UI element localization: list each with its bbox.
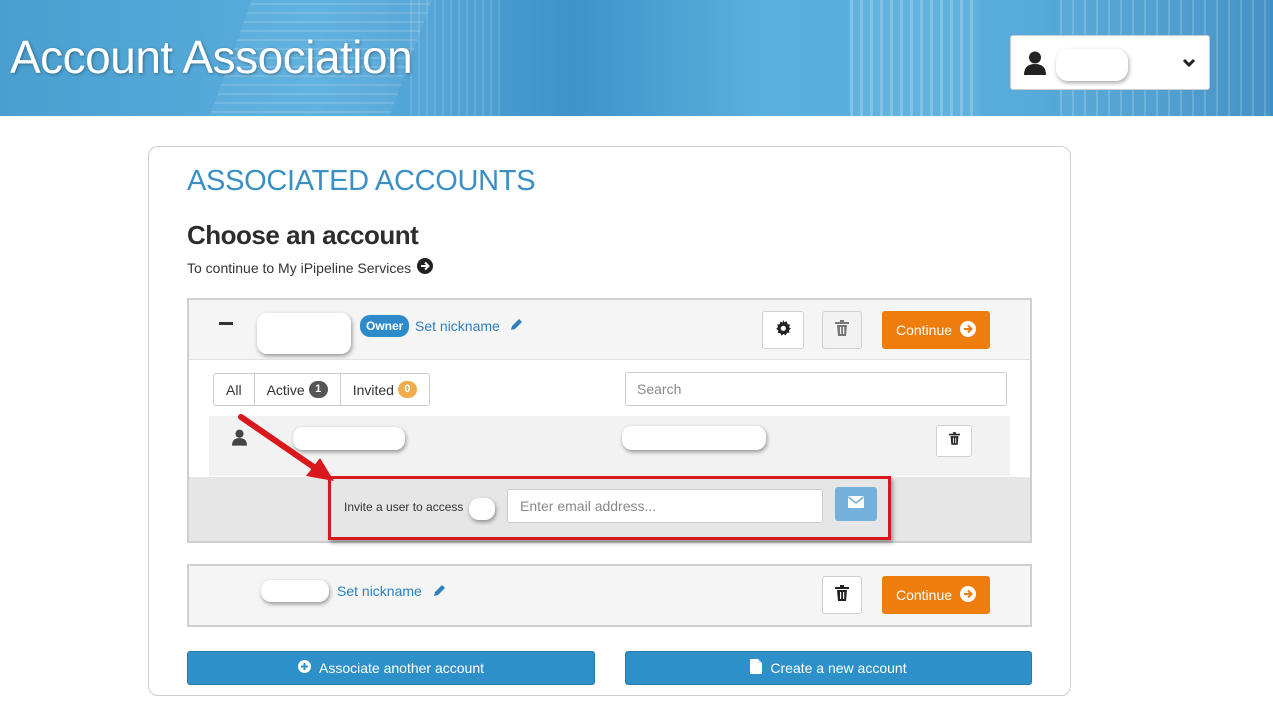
associated-accounts-card: ASSOCIATED ACCOUNTS Choose an account To… bbox=[148, 146, 1071, 696]
redacted-account-name bbox=[257, 313, 351, 354]
associate-account-button[interactable]: Associate another account bbox=[187, 651, 595, 685]
invite-email-input[interactable] bbox=[507, 489, 823, 523]
arrow-circle-right-icon bbox=[960, 320, 977, 340]
create-account-button[interactable]: Create a new account bbox=[625, 651, 1032, 685]
continue-button[interactable]: Continue bbox=[882, 311, 990, 349]
pencil-icon[interactable] bbox=[509, 318, 523, 337]
arrow-circle-right-icon bbox=[417, 258, 434, 277]
subtext-label: To continue to My iPipeline Services bbox=[187, 259, 412, 276]
account-panel-owner: Owner Set nickname Continue All Active 1… bbox=[187, 298, 1032, 543]
delete-account-button[interactable] bbox=[822, 576, 862, 614]
continue-label: Continue bbox=[895, 322, 953, 338]
choose-heading: Choose an account bbox=[187, 220, 419, 250]
chevron-down-icon bbox=[1182, 56, 1196, 74]
redacted-account-name bbox=[261, 580, 329, 602]
redacted-user-name bbox=[293, 427, 405, 450]
plus-circle-icon bbox=[298, 660, 311, 676]
set-nickname-link[interactable]: Set nickname bbox=[415, 318, 500, 334]
active-count-badge: 1 bbox=[308, 381, 328, 398]
associate-label: Associate another account bbox=[319, 660, 484, 676]
filter-all[interactable]: All bbox=[214, 374, 255, 405]
trash-icon bbox=[948, 432, 960, 450]
create-label: Create a new account bbox=[770, 660, 907, 676]
invite-label: Invite a user to access bbox=[344, 500, 464, 514]
banner-building-graphic bbox=[410, 0, 500, 116]
collapse-icon[interactable] bbox=[219, 322, 233, 325]
gear-icon bbox=[775, 319, 791, 341]
invite-user-section: Invite a user to access bbox=[189, 476, 1030, 541]
continue-button[interactable]: Continue bbox=[882, 576, 990, 614]
user-search-input[interactable] bbox=[625, 372, 1007, 406]
set-nickname-link[interactable]: Set nickname bbox=[337, 583, 422, 599]
continue-label: Continue bbox=[895, 587, 953, 603]
user-icon bbox=[1024, 51, 1046, 80]
file-icon bbox=[750, 659, 763, 677]
page-title: Account Association bbox=[10, 31, 413, 83]
send-invite-button[interactable] bbox=[835, 487, 877, 521]
filter-label: All bbox=[226, 381, 242, 398]
subtext: To continue to My iPipeline Services bbox=[187, 258, 434, 277]
filter-label: Active bbox=[266, 381, 305, 398]
user-menu-dropdown[interactable] bbox=[1010, 35, 1210, 90]
filter-active[interactable]: Active 1 bbox=[255, 374, 341, 405]
trash-icon bbox=[835, 584, 849, 606]
delete-account-button[interactable] bbox=[822, 311, 862, 349]
trash-icon bbox=[835, 319, 849, 341]
envelope-icon bbox=[848, 495, 864, 513]
user-filter-tabs: All Active 1 Invited 0 bbox=[213, 373, 430, 406]
redacted-user-email bbox=[622, 426, 766, 450]
redacted-account-name bbox=[469, 498, 495, 520]
pencil-icon[interactable] bbox=[432, 584, 446, 603]
header-banner: Account Association bbox=[0, 0, 1273, 116]
settings-button[interactable] bbox=[762, 311, 804, 349]
user-row bbox=[209, 416, 1010, 476]
invited-count-badge: 0 bbox=[397, 381, 417, 398]
remove-user-button[interactable] bbox=[936, 425, 972, 457]
account-users-panel: All Active 1 Invited 0 bbox=[189, 359, 1030, 477]
filter-invited[interactable]: Invited 0 bbox=[341, 374, 429, 405]
filter-label: Invited bbox=[352, 381, 394, 398]
banner-building-graphic bbox=[850, 0, 980, 116]
owner-badge: Owner bbox=[360, 315, 410, 337]
section-title: ASSOCIATED ACCOUNTS bbox=[187, 165, 536, 197]
redacted-username bbox=[1056, 49, 1128, 81]
account-panel-secondary: Set nickname Continue bbox=[187, 564, 1032, 627]
user-icon bbox=[232, 429, 247, 451]
arrow-circle-right-icon bbox=[960, 585, 977, 605]
